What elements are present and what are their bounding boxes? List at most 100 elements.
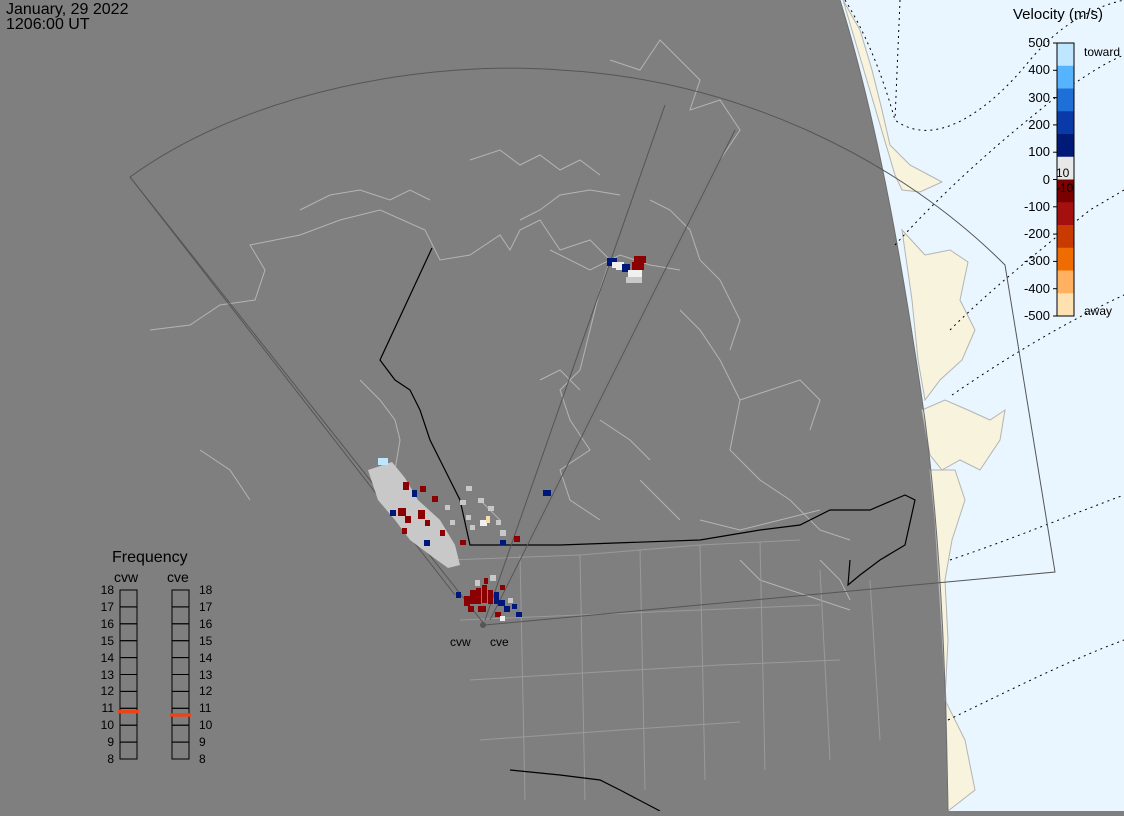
freq-scale-label-right: 11 bbox=[199, 701, 212, 716]
scatter-cell bbox=[420, 486, 426, 492]
scatter-cell bbox=[488, 506, 494, 511]
scatter-cell bbox=[478, 606, 486, 612]
scatter-cell bbox=[500, 540, 506, 545]
freq-scale-label-left: 12 bbox=[100, 684, 114, 699]
velocity-tick-label: 0 bbox=[1042, 171, 1050, 187]
freq-cell bbox=[119, 589, 138, 608]
freq-cell bbox=[119, 657, 138, 675]
scatter-cell bbox=[514, 536, 520, 542]
scatter-cell bbox=[403, 482, 409, 490]
frequency-title: Frequency bbox=[112, 549, 188, 566]
scatter-cell bbox=[466, 486, 472, 491]
scatter-cell bbox=[466, 515, 471, 520]
freq-cell bbox=[171, 640, 190, 659]
colorbar-swatch bbox=[1057, 293, 1074, 317]
freq-scale-label-left: 15 bbox=[100, 633, 114, 648]
colorbar-swatch bbox=[1057, 247, 1074, 271]
scatter-cell bbox=[496, 520, 501, 525]
freq-scale-label-left: 17 bbox=[100, 599, 114, 614]
freq-scale-label-right: 15 bbox=[199, 633, 213, 648]
velocity-tick-label: -500 bbox=[1023, 308, 1050, 323]
freq-cell bbox=[171, 690, 190, 709]
freq-cell bbox=[171, 724, 190, 743]
freq-cell bbox=[119, 606, 138, 625]
toward-label: toward bbox=[1084, 45, 1121, 59]
scatter-cell bbox=[470, 590, 476, 604]
freq-scale-label-right: 16 bbox=[199, 616, 213, 631]
freq-scale-label-left: 9 bbox=[107, 735, 114, 750]
velocity-tick-label: -200 bbox=[1023, 226, 1050, 242]
scatter-cell bbox=[432, 496, 438, 502]
freq-cell bbox=[171, 674, 190, 692]
freq-scale-label-right: 18 bbox=[199, 583, 213, 597]
velocity-tick-label: -400 bbox=[1023, 280, 1050, 296]
scatter-cell bbox=[626, 277, 642, 283]
colorbar-swatch bbox=[1057, 270, 1074, 294]
scatter-cell bbox=[634, 256, 646, 263]
scatter-layer bbox=[368, 256, 646, 621]
scatter-cell bbox=[612, 262, 618, 268]
scatter-cell bbox=[440, 530, 445, 536]
scatter-cell bbox=[516, 612, 522, 617]
scatter-cell bbox=[460, 540, 466, 545]
velocity-tick-label: -300 bbox=[1023, 253, 1050, 269]
scatter-cell bbox=[482, 585, 487, 603]
freq-cell bbox=[119, 640, 138, 659]
freq-cell bbox=[171, 741, 190, 760]
scatter-cell bbox=[456, 592, 461, 598]
scatter-cell bbox=[508, 598, 513, 603]
scatter-cell bbox=[476, 588, 481, 604]
freq-scale-label-right: 14 bbox=[199, 650, 213, 665]
freq-cell bbox=[171, 589, 190, 608]
freq-scale-label-left: 13 bbox=[100, 667, 114, 682]
freq-cell bbox=[171, 623, 190, 642]
map-canvas: January, 29 2022 1206:00 UT Velocity (m/… bbox=[0, 0, 1124, 813]
scatter-cell bbox=[504, 606, 510, 612]
freq-scale-label-right: 9 bbox=[199, 735, 206, 750]
freq-cell bbox=[119, 724, 138, 743]
scatter-cell bbox=[402, 528, 407, 534]
scatter-cell bbox=[390, 510, 396, 516]
scatter-cell bbox=[470, 525, 475, 530]
freq-scale-label-left: 14 bbox=[100, 650, 114, 665]
scatter-cell bbox=[468, 606, 474, 612]
velocity-tick-label: -100 bbox=[1023, 198, 1050, 214]
scatter-cell bbox=[500, 530, 506, 536]
colorbar-swatch bbox=[1057, 88, 1074, 112]
scatter-cell bbox=[632, 262, 644, 270]
site-label-cvw: cvw bbox=[450, 635, 471, 649]
scatter-cell bbox=[450, 520, 455, 525]
scatter-cell bbox=[424, 540, 430, 546]
scatter-cell bbox=[398, 508, 406, 516]
freq-scale-label-right: 10 bbox=[199, 718, 213, 733]
freq-cell bbox=[119, 623, 138, 642]
scatter-cell bbox=[445, 505, 450, 510]
scatter-cell bbox=[486, 516, 490, 523]
site-label-cve: cve bbox=[490, 635, 509, 649]
threshold-neg-label: -10 bbox=[1056, 181, 1074, 195]
scatter-cell bbox=[478, 498, 484, 503]
away-label: away bbox=[1084, 304, 1113, 318]
scatter-cell bbox=[412, 490, 417, 497]
freq-cell bbox=[171, 606, 190, 625]
scatter-cell bbox=[512, 604, 517, 609]
time-label: 1206:00 UT bbox=[6, 16, 90, 33]
freq-scale-label-right: 12 bbox=[199, 684, 213, 699]
colorbar-swatch bbox=[1057, 111, 1074, 135]
freq-cell bbox=[119, 741, 138, 760]
freq-scale-label-right: 8 bbox=[199, 752, 206, 766]
scatter-cell bbox=[500, 585, 505, 590]
scatter-cell bbox=[440, 550, 445, 555]
threshold-pos-label: 10 bbox=[1056, 166, 1070, 180]
scatter-cell bbox=[484, 578, 488, 584]
freq-cell bbox=[119, 690, 138, 709]
scatter-cell bbox=[490, 575, 496, 581]
velocity-tick-label: 500 bbox=[1028, 35, 1050, 50]
freq-scale-label-left: 16 bbox=[100, 616, 114, 631]
colorbar-swatch bbox=[1057, 225, 1074, 249]
site-marker-cvw bbox=[480, 622, 486, 628]
velocity-tick-label: 200 bbox=[1028, 116, 1050, 132]
radar-beam-2 bbox=[489, 129, 736, 621]
freq-scale-label-left: 11 bbox=[101, 701, 114, 716]
scatter-cell bbox=[543, 490, 551, 496]
